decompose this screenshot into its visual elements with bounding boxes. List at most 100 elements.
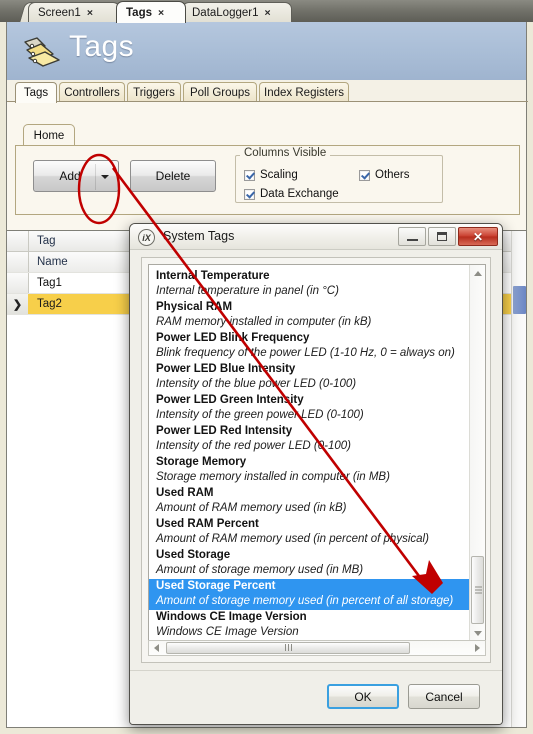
document-tab-screen1[interactable]: Screen1 × bbox=[28, 2, 120, 22]
checkmark-icon[interactable] bbox=[359, 169, 370, 181]
list-item[interactable]: Used Storage Amount of storage memory use… bbox=[149, 548, 470, 578]
document-tab-datalogger1[interactable]: DataLogger1 × bbox=[182, 2, 292, 22]
list-item[interactable]: Power LED Green Intensity Intensity of th… bbox=[149, 393, 470, 423]
listbox-horizontal-scrollbar[interactable] bbox=[148, 640, 486, 656]
list-item[interactable]: Power LED Red Intensity Intensity of the … bbox=[149, 424, 470, 454]
list-item-name: Power LED Red Intensity bbox=[156, 425, 293, 437]
inner-tab-bar: Tags Controllers Triggers Poll Groups In… bbox=[6, 80, 528, 103]
tab-label: Triggers bbox=[133, 86, 175, 99]
tab-triggers[interactable]: Triggers bbox=[127, 82, 181, 102]
system-tags-dialog: iX System Tags ✕ Internal Temperature Int… bbox=[129, 223, 503, 725]
tab-controllers[interactable]: Controllers bbox=[59, 82, 125, 102]
columns-visible-title: Columns Visible bbox=[240, 147, 331, 159]
grid-vertical-scrollbar[interactable] bbox=[511, 231, 526, 727]
list-item[interactable]: Power LED Blue Intensity Intensity of the… bbox=[149, 362, 470, 392]
triangle-right-icon bbox=[475, 644, 480, 652]
list-item-desc: Internal temperature in panel (in °C) bbox=[156, 285, 339, 297]
ribbon-body: Add Delete Columns Visible Scaling Data … bbox=[15, 145, 520, 215]
tab-tags[interactable]: Tags bbox=[15, 82, 57, 103]
checkmark-icon[interactable] bbox=[244, 188, 255, 200]
close-icon[interactable]: × bbox=[158, 7, 164, 19]
list-item[interactable]: Used RAM Amount of RAM memory used (in kB… bbox=[149, 486, 470, 516]
list-item-desc: Windows CE Image Version bbox=[156, 626, 299, 638]
list-item[interactable]: Windows CE Image Version Windows CE Image… bbox=[149, 610, 470, 640]
tab-index-registers[interactable]: Index Registers bbox=[259, 82, 349, 102]
triangle-left-icon bbox=[154, 644, 159, 652]
list-item-desc: Amount of RAM memory used (in percent of… bbox=[156, 533, 429, 545]
checkbox-others[interactable]: Others bbox=[359, 169, 410, 181]
minimize-button[interactable] bbox=[398, 227, 426, 246]
page-title: Tags bbox=[69, 30, 134, 63]
grip-icon bbox=[284, 639, 293, 657]
scrollbar-thumb[interactable] bbox=[166, 642, 410, 654]
scroll-left-button[interactable] bbox=[149, 641, 164, 655]
row-marker: ❯ bbox=[7, 294, 29, 314]
dialog-footer: OK Cancel bbox=[130, 670, 502, 724]
scroll-down-button[interactable] bbox=[470, 625, 485, 641]
list-item[interactable]: Internal Temperature Internal temperature… bbox=[149, 269, 470, 299]
list-item-selected[interactable]: Used Storage Percent Amount of storage me… bbox=[149, 579, 470, 610]
listbox-vertical-scrollbar[interactable] bbox=[469, 265, 485, 641]
triangle-up-icon bbox=[473, 270, 482, 276]
checkbox-scaling[interactable]: Scaling bbox=[244, 169, 298, 181]
cancel-button-label: Cancel bbox=[425, 689, 463, 704]
list-item[interactable]: Power LED Blink Frequency Blink frequency… bbox=[149, 331, 470, 361]
list-item-name: Windows CE Image Version bbox=[156, 611, 307, 623]
add-button[interactable]: Add bbox=[33, 160, 119, 192]
tags-icon bbox=[24, 37, 60, 67]
document-tab-label: Screen1 bbox=[38, 6, 81, 19]
list-item-name: Internal Temperature bbox=[156, 270, 270, 282]
ok-button[interactable]: OK bbox=[327, 684, 399, 709]
ribbon-tab-home[interactable]: Home bbox=[23, 124, 75, 146]
list-item-desc: Blink frequency of the power LED (1-10 H… bbox=[156, 347, 455, 359]
list-item-desc: Amount of RAM memory used (in kB) bbox=[156, 502, 347, 514]
document-tab-tags[interactable]: Tags × bbox=[116, 1, 186, 23]
tab-poll-groups[interactable]: Poll Groups bbox=[183, 82, 257, 102]
list-item[interactable]: Storage Memory Storage memory installed i… bbox=[149, 455, 470, 485]
maximize-icon bbox=[437, 232, 447, 241]
maximize-button[interactable] bbox=[428, 227, 456, 246]
application-window: Screen1 × Tags × DataLogger1 × Tags Tags bbox=[0, 0, 533, 734]
list-item[interactable]: Used RAM Percent Amount of RAM memory use… bbox=[149, 517, 470, 547]
tab-label: Poll Groups bbox=[189, 86, 251, 99]
list-item-desc: Amount of storage memory used (in percen… bbox=[156, 595, 454, 607]
cancel-button[interactable]: Cancel bbox=[408, 684, 480, 709]
ix-logo-icon: iX bbox=[138, 229, 155, 246]
row-marker bbox=[7, 273, 29, 293]
list-item-desc: RAM memory installed in computer (in kB) bbox=[156, 316, 372, 328]
scrollbar-thumb[interactable] bbox=[513, 286, 526, 314]
list-item-name: Physical RAM bbox=[156, 301, 233, 313]
table-cell-name[interactable]: Tag1 bbox=[28, 273, 62, 293]
tab-label: Tags bbox=[23, 87, 49, 99]
delete-button[interactable]: Delete bbox=[130, 160, 216, 192]
list-item-desc: Intensity of the green power LED (0-100) bbox=[156, 409, 364, 421]
delete-button-label: Delete bbox=[155, 169, 191, 183]
dialog-title-bar[interactable]: iX System Tags ✕ bbox=[130, 224, 502, 250]
listbox-viewport: Internal Temperature Internal temperature… bbox=[149, 265, 470, 641]
system-tags-listbox[interactable]: Internal Temperature Internal temperature… bbox=[148, 264, 486, 642]
add-button-separator bbox=[95, 164, 96, 190]
document-tab-label: Tags bbox=[126, 6, 152, 19]
checkbox-data-exchange[interactable]: Data Exchange bbox=[244, 188, 339, 200]
list-item[interactable]: Physical RAM RAM memory installed in comp… bbox=[149, 300, 470, 330]
row-marker-header bbox=[7, 231, 29, 251]
list-item-name: Used RAM bbox=[156, 487, 214, 499]
close-icon[interactable]: × bbox=[87, 7, 93, 19]
list-item-name: Power LED Blink Frequency bbox=[156, 332, 310, 344]
list-item-name: Power LED Blue Intensity bbox=[156, 363, 296, 375]
list-item-name: Used RAM Percent bbox=[156, 518, 259, 530]
minimize-icon bbox=[406, 238, 418, 241]
close-icon[interactable]: × bbox=[265, 7, 271, 19]
checkbox-label: Others bbox=[375, 169, 410, 181]
tab-label: Controllers bbox=[64, 86, 120, 99]
close-button[interactable]: ✕ bbox=[458, 227, 498, 246]
list-item-name: Storage Memory bbox=[156, 456, 247, 468]
list-item-desc: Amount of storage memory used (in MB) bbox=[156, 564, 364, 576]
chevron-down-icon[interactable] bbox=[101, 175, 109, 179]
scroll-right-button[interactable] bbox=[470, 641, 485, 655]
document-tab-strip: Screen1 × Tags × DataLogger1 × bbox=[0, 0, 533, 23]
scroll-up-button[interactable] bbox=[470, 265, 485, 281]
checkmark-icon[interactable] bbox=[244, 169, 255, 181]
scrollbar-thumb[interactable] bbox=[471, 556, 484, 624]
checkbox-label: Scaling bbox=[260, 169, 298, 181]
